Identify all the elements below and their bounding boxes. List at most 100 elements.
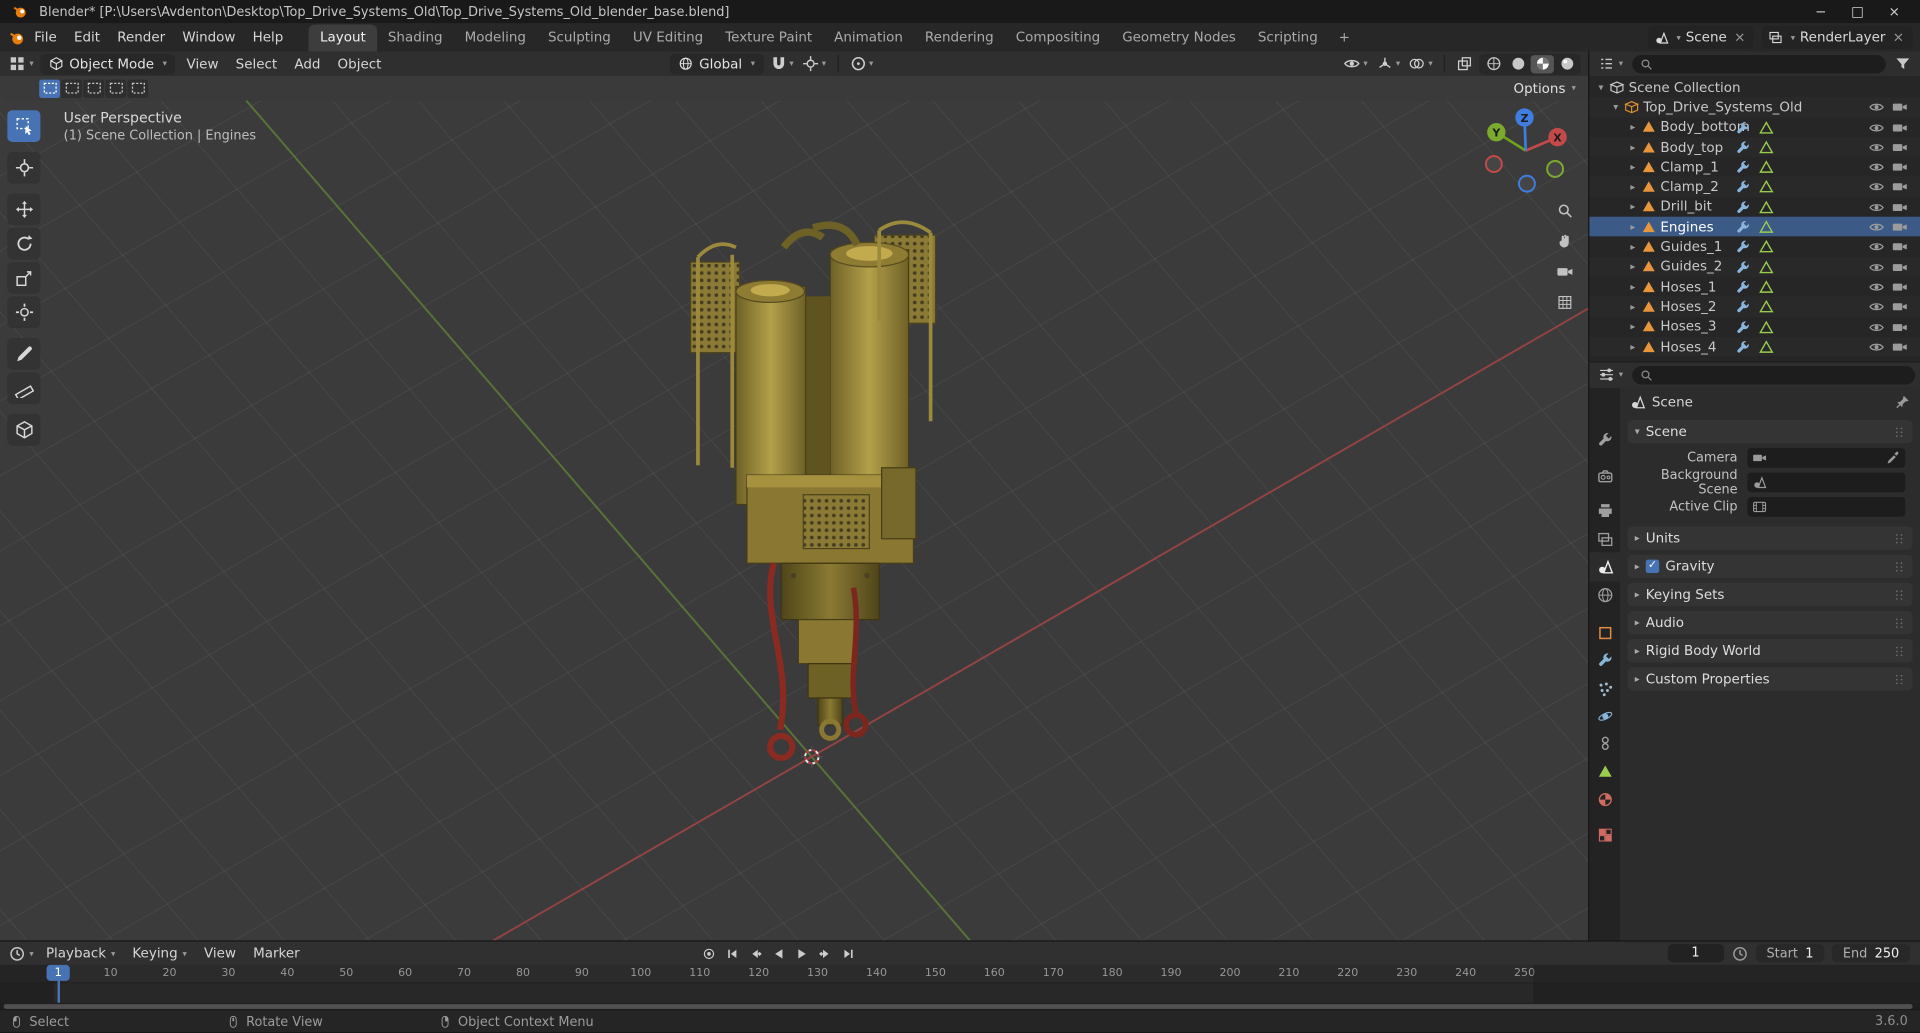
select-mode-subtract[interactable] (83, 78, 105, 98)
tool-measure[interactable] (7, 372, 41, 405)
expand-arrow[interactable]: ▸ (1635, 533, 1640, 544)
properties-tab-object-data[interactable] (1589, 757, 1620, 786)
properties-tab-world[interactable] (1589, 580, 1620, 609)
properties-tab-particles[interactable] (1589, 675, 1620, 704)
drag-grip-icon[interactable] (1893, 586, 1905, 603)
outliner-row-hoses_2[interactable]: ▸ Hoses_2 (1589, 296, 1920, 317)
workspace-tab-compositing[interactable]: Compositing (1005, 24, 1111, 51)
outliner-row-guides_1[interactable]: ▸ Guides_1 (1589, 237, 1920, 257)
expand-arrow[interactable]: ▸ (1635, 673, 1640, 684)
app-menu-icon[interactable] (9, 29, 26, 46)
model-top-drive-system[interactable] (690, 220, 937, 762)
render-visibility-toggle[interactable] (1891, 318, 1912, 335)
camera-field[interactable] (1747, 448, 1906, 468)
hide-toggle[interactable] (1867, 139, 1888, 156)
select-mode-invert[interactable] (105, 78, 127, 98)
viewport-canvas[interactable] (0, 100, 1589, 941)
disclosure-arrow[interactable]: ▸ (1626, 201, 1639, 212)
outliner-row-hoses_4[interactable]: ▸ Hoses_4 (1589, 336, 1920, 357)
render-visibility-toggle[interactable] (1891, 99, 1912, 116)
properties-tab-modifiers[interactable] (1589, 645, 1620, 674)
hide-toggle[interactable] (1867, 159, 1888, 176)
start-frame-field[interactable]: Start 1 (1755, 944, 1825, 963)
select-mode-intersect[interactable] (127, 78, 149, 98)
tool-cursor[interactable] (7, 151, 41, 184)
workspace-tab-modeling[interactable]: Modeling (454, 24, 537, 51)
workspace-tab-layout[interactable]: Layout (309, 24, 377, 52)
shading-solid[interactable] (1506, 54, 1529, 72)
background-scene-field[interactable] (1747, 472, 1906, 493)
select-mode-new[interactable] (39, 78, 61, 98)
workspace-tab-scripting[interactable]: Scripting (1247, 24, 1329, 51)
end-frame-field[interactable]: End 250 (1831, 944, 1911, 963)
outliner-row-engines[interactable]: ▸ Engines (1589, 216, 1920, 237)
properties-tab-texture[interactable] (1589, 820, 1620, 849)
render-visibility-toggle[interactable] (1891, 239, 1912, 256)
outliner-search-input[interactable] (1631, 54, 1886, 73)
render-visibility-toggle[interactable] (1891, 298, 1912, 315)
view-layer-selector[interactable]: ▾ RenderLayer × (1762, 25, 1913, 49)
play-button[interactable] (791, 944, 812, 962)
active-clip-field[interactable] (1747, 497, 1906, 517)
hide-toggle[interactable] (1867, 298, 1888, 315)
transform-orientation-dropdown[interactable]: Global ▾ (669, 53, 764, 75)
nav-pan-button[interactable] (1553, 229, 1577, 253)
menu-window[interactable]: Window (174, 23, 244, 51)
hide-toggle[interactable] (1867, 318, 1888, 335)
object-visibility-dropdown[interactable]: ▾ (1341, 53, 1370, 74)
editor-type-button[interactable]: ▾ (5, 55, 37, 72)
disclosure-arrow[interactable]: ▸ (1626, 321, 1639, 332)
unlink-view-layer-icon[interactable]: × (1890, 29, 1906, 45)
outliner-row-body_top[interactable]: ▸ Body_top (1589, 137, 1920, 157)
properties-tab-object[interactable] (1589, 618, 1620, 647)
disclosure-arrow[interactable]: ▸ (1626, 161, 1639, 172)
properties-tab-render[interactable] (1589, 462, 1620, 491)
workspace-tab-geometry-nodes[interactable]: Geometry Nodes (1111, 24, 1247, 51)
render-visibility-toggle[interactable] (1891, 279, 1912, 296)
preview-range-icon[interactable] (1731, 945, 1748, 962)
jump-to-start-button[interactable] (721, 944, 742, 962)
outliner-row-clamp_2[interactable]: ▸ Clamp_2 (1589, 176, 1920, 197)
overlays-dropdown[interactable]: ▾ (1406, 53, 1435, 74)
viewport-menu-object[interactable]: Object (329, 51, 390, 75)
timeline-menu-marker[interactable]: Marker (245, 942, 309, 965)
snap-toggle[interactable]: ▾ (767, 53, 796, 74)
drag-grip-icon[interactable] (1893, 670, 1905, 687)
outliner-row-hoses_1[interactable]: ▸ Hoses_1 (1589, 277, 1920, 297)
axis-negative-y[interactable] (1546, 160, 1565, 178)
drag-grip-icon[interactable] (1893, 558, 1905, 575)
properties-tab-physics[interactable] (1589, 702, 1620, 731)
outliner-row-drill_bit[interactable]: ▸ Drill_bit (1589, 197, 1920, 217)
gizmos-dropdown[interactable]: ▾ (1374, 53, 1403, 74)
render-visibility-toggle[interactable] (1891, 159, 1912, 176)
shading-material-preview[interactable] (1530, 54, 1554, 73)
menu-help[interactable]: Help (244, 23, 292, 51)
maximize-button[interactable]: □ (1839, 4, 1876, 20)
properties-tab-output[interactable] (1589, 496, 1620, 525)
panel-keying-sets-header[interactable]: ▸ Keying Sets (1627, 582, 1913, 607)
shading-rendered[interactable] (1555, 54, 1578, 72)
drag-grip-icon[interactable] (1893, 530, 1905, 547)
workspace-tab-sculpting[interactable]: Sculpting (537, 24, 622, 51)
panel-rigid-body-world-header[interactable]: ▸ Rigid Body World (1627, 639, 1913, 663)
tool-move[interactable] (7, 193, 41, 226)
properties-tab-constraints[interactable] (1589, 729, 1620, 758)
timeline-ruler[interactable]: 10 20 30 40 50 60 70 80 90 100 110 120 130 140 150 160 1… (0, 964, 1920, 1011)
properties-tab-tool[interactable] (1589, 425, 1620, 454)
minimize-button[interactable]: − (1802, 4, 1839, 20)
editor-type-button[interactable]: ▾ (5, 945, 37, 962)
tool-scale[interactable] (7, 262, 41, 294)
nav-camera-view-button[interactable] (1553, 260, 1577, 284)
previous-keyframe-button[interactable] (744, 944, 765, 962)
properties-tab-view-layer[interactable] (1589, 525, 1620, 554)
scene-browse-icon[interactable] (1654, 30, 1669, 45)
gravity-checkbox[interactable]: ✓ (1645, 559, 1660, 574)
hide-toggle[interactable] (1867, 279, 1888, 296)
shading-wireframe[interactable] (1482, 54, 1505, 72)
view-layer-browse-icon[interactable] (1769, 30, 1784, 45)
panel-gravity-header[interactable]: ▸ ✓ Gravity (1627, 554, 1913, 578)
render-visibility-toggle[interactable] (1891, 119, 1912, 136)
menu-render[interactable]: Render (109, 23, 174, 51)
timeline-menu-view[interactable]: View (195, 942, 244, 965)
drag-grip-icon[interactable] (1893, 642, 1905, 659)
